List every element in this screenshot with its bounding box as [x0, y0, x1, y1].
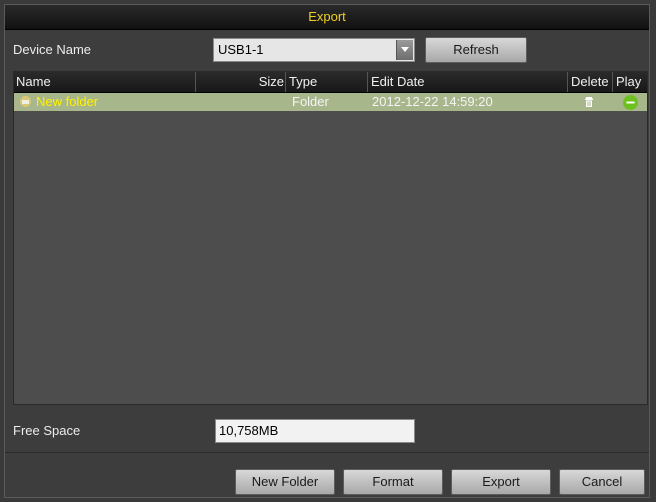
free-space-label: Free Space: [13, 423, 81, 438]
refresh-button[interactable]: Refresh: [425, 37, 527, 63]
column-header-type[interactable]: Type: [286, 72, 368, 92]
device-name-label: Device Name: [13, 42, 92, 57]
row-edit-date: 2012-12-22 14:59:20: [372, 94, 493, 109]
device-name-value: USB1-1: [218, 42, 264, 57]
cancel-button[interactable]: Cancel: [559, 469, 645, 495]
format-button[interactable]: Format: [343, 469, 443, 495]
table-header: Name Size Type Edit Date Delete Play: [14, 72, 647, 93]
new-folder-button[interactable]: New Folder: [235, 469, 335, 495]
chevron-down-icon[interactable]: [396, 40, 413, 60]
export-dialog: Export Device Name USB1-1 Refresh Name S…: [4, 4, 650, 498]
row-name: New folder: [36, 94, 99, 109]
minus-icon[interactable]: [623, 95, 638, 110]
table-row[interactable]: New folder Folder 2012-12-22 14:59:20: [14, 93, 647, 111]
folder-icon: [20, 96, 31, 107]
dialog-title: Export: [5, 5, 649, 30]
column-header-name[interactable]: Name: [14, 72, 196, 92]
export-button[interactable]: Export: [451, 469, 551, 495]
divider: [5, 452, 649, 453]
row-type: Folder: [292, 94, 329, 109]
trash-icon[interactable]: [582, 95, 596, 109]
column-header-edit-date[interactable]: Edit Date: [368, 72, 568, 92]
column-header-delete: Delete: [568, 72, 613, 92]
column-header-play: Play: [616, 74, 642, 89]
device-name-select[interactable]: USB1-1: [213, 38, 415, 62]
free-space-field: 10,758MB: [215, 419, 415, 443]
column-header-size[interactable]: Size: [196, 72, 286, 92]
file-table: Name Size Type Edit Date Delete Play New…: [13, 71, 648, 405]
